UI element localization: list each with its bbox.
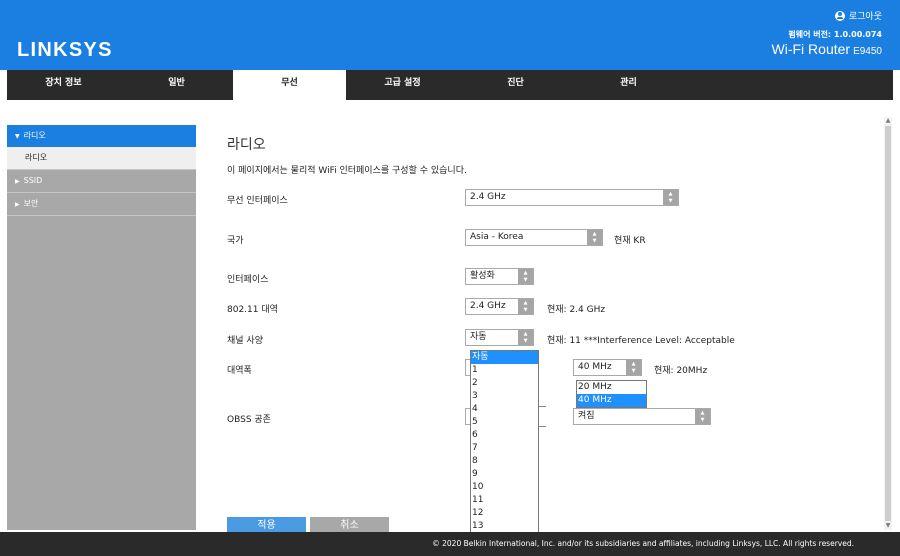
channel-option[interactable]: 11	[471, 494, 538, 507]
footer: © 2020 Belkin International, Inc. and/or…	[0, 532, 900, 556]
up-down-arrows-icon: ▲ ▼	[626, 360, 641, 375]
up-down-arrows-icon: ▲ ▼	[518, 330, 533, 345]
channel-option[interactable]: 2	[471, 377, 538, 390]
channel-option[interactable]: 8	[471, 455, 538, 468]
caret-right-icon: ▶	[15, 201, 20, 208]
obss-label: OBSS 공존	[227, 415, 271, 425]
up-down-arrows-icon: ▲ ▼	[518, 269, 533, 284]
bandwidth-current: 현재: 20MHz	[654, 366, 708, 376]
sidebar-item-label: SSID	[23, 176, 43, 185]
channel-option[interactable]: 1	[471, 364, 538, 377]
channel-option[interactable]: 3	[471, 390, 538, 403]
channel-option[interactable]: 12	[471, 507, 538, 520]
select-value: Asia - Korea	[470, 232, 524, 242]
main-nav: 장치 정보 일반 무선 고급 설정 진단 관리	[7, 70, 893, 100]
sidebar-item-ssid[interactable]: ▶ SSID	[7, 170, 196, 193]
channel-dropdown-list: 자동 1 2 3 4 5 6 7 8 9 10 11 12 13	[470, 350, 539, 535]
wireless-interface-select[interactable]: 2.4 GHz ▲ ▼	[465, 189, 679, 206]
page-title: 라디오	[227, 137, 266, 153]
channel-current: 현재: 11 ***Interference Level: Acceptable	[547, 336, 735, 346]
tab-diagnostics[interactable]: 진단	[459, 70, 572, 100]
channel-option[interactable]: 9	[471, 468, 538, 481]
select-value: 2.4 GHz	[470, 301, 506, 311]
logout-link[interactable]: 로그아웃	[834, 9, 882, 22]
select-value: 2.4 GHz	[470, 192, 506, 202]
header: LINKSYS 로그아웃 펌웨어 버전: 1.0.00.074 Wi-Fi Ro…	[0, 0, 900, 70]
channel-option[interactable]: 4	[471, 403, 538, 416]
firmware-version: 펌웨어 버전: 1.0.00.074	[788, 30, 882, 39]
bandwidth-select[interactable]: 40 MHz ▲ ▼	[573, 359, 642, 376]
linksys-logo: LINKSYS	[17, 39, 113, 61]
sidebar-item-security[interactable]: ▶ 보안	[7, 193, 196, 216]
select-value: 활성화	[470, 271, 495, 281]
channel-select[interactable]: 자동 ▲ ▼	[465, 329, 534, 346]
select-value: 40 MHz	[578, 362, 612, 372]
tab-general[interactable]: 일반	[120, 70, 233, 100]
tab-device-info[interactable]: 장치 정보	[7, 70, 120, 100]
tab-advanced[interactable]: 고급 설정	[346, 70, 459, 100]
bandwidth-option[interactable]: 20 MHz	[577, 381, 646, 394]
product-title: Wi-Fi Router E9450	[772, 41, 882, 57]
sidebar-item-radio[interactable]: ▼ 라디오	[7, 125, 196, 147]
sidebar-item-label: 보안	[23, 199, 39, 208]
band-current: 현재: 2.4 GHz	[547, 305, 606, 315]
caret-down-icon: ▼	[15, 133, 20, 140]
user-icon	[834, 10, 845, 21]
obss-select[interactable]: 켜짐 ▲ ▼	[573, 408, 711, 425]
channel-option[interactable]: 5	[471, 416, 538, 429]
country-current: 현재 KR	[614, 236, 646, 246]
channel-option[interactable]: 7	[471, 442, 538, 455]
divider	[538, 406, 546, 407]
up-down-arrows-icon: ▲ ▼	[518, 299, 533, 314]
product-name: Wi-Fi Router	[771, 41, 851, 57]
up-down-arrows-icon: ▲ ▼	[663, 190, 678, 205]
select-value: 켜짐	[578, 411, 595, 421]
scrollbar-thumb[interactable]	[885, 126, 891, 521]
scroll-down-icon[interactable]: ▼	[884, 522, 892, 530]
sidebar-item-label: 라디오	[23, 131, 46, 140]
up-down-arrows-icon: ▲ ▼	[695, 409, 710, 424]
country-label: 국가	[227, 236, 244, 246]
up-down-arrows-icon: ▲ ▼	[587, 230, 602, 245]
page-description: 이 페이지에서는 물리적 WiFi 인터페이스를 구성할 수 있습니다.	[227, 166, 467, 176]
select-value: 자동	[470, 332, 487, 342]
bandwidth-option[interactable]: 40 MHz	[577, 394, 646, 407]
channel-label: 채널 사양	[227, 336, 263, 346]
tab-wireless[interactable]: 무선	[233, 70, 346, 100]
divider	[538, 426, 546, 427]
wireless-interface-label: 무선 인터페이스	[227, 196, 288, 206]
channel-option[interactable]: 10	[471, 481, 538, 494]
bandwidth-dropdown-list: 20 MHz 40 MHz	[576, 380, 647, 408]
channel-option[interactable]: 자동	[471, 351, 538, 364]
model-number: E9450	[853, 46, 882, 57]
sidebar: ▼ 라디오 라디오 ▶ SSID ▶ 보안	[7, 125, 196, 530]
caret-right-icon: ▶	[15, 178, 20, 185]
scroll-up-icon[interactable]: ▲	[884, 117, 892, 125]
tab-admin[interactable]: 관리	[572, 70, 685, 100]
logout-label: 로그아웃	[848, 12, 882, 22]
interface-select[interactable]: 활성화 ▲ ▼	[465, 268, 534, 285]
channel-option[interactable]: 6	[471, 429, 538, 442]
content-panel: 라디오 이 페이지에서는 물리적 WiFi 인터페이스를 구성할 수 있습니다.	[227, 125, 877, 525]
band-select[interactable]: 2.4 GHz ▲ ▼	[465, 298, 534, 315]
band-label: 802.11 대역	[227, 305, 278, 315]
sidebar-subitem-radio[interactable]: 라디오	[7, 147, 196, 170]
copyright-text: © 2020 Belkin International, Inc. and/or…	[432, 539, 854, 548]
bandwidth-label: 대역폭	[227, 366, 252, 376]
interface-label: 인터페이스	[227, 275, 269, 285]
country-select[interactable]: Asia - Korea ▲ ▼	[465, 229, 603, 246]
